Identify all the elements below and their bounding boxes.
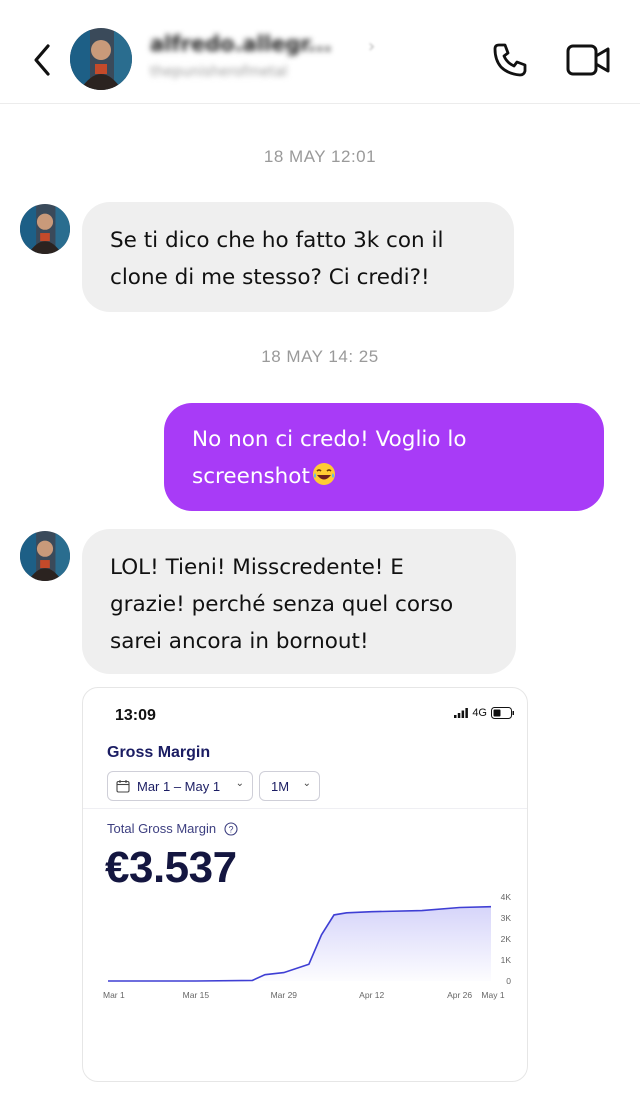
back-chevron-icon[interactable] — [28, 40, 58, 80]
y-tick-label: 4K — [501, 893, 512, 902]
x-tick-label: Apr 26 — [447, 990, 472, 1000]
outgoing-message[interactable]: No non ci credo! Voglio lo screenshot — [164, 403, 604, 511]
incoming-message[interactable]: LOL! Tieni! Misscredente! E grazie! perc… — [82, 529, 516, 674]
svg-text:?: ? — [229, 824, 234, 834]
date-range-value: Mar 1 – May 1 — [137, 778, 221, 794]
status-time: 13:09 — [115, 707, 156, 724]
calendar-icon — [116, 780, 130, 793]
timestamp: 18 MAY 14: 25 — [261, 347, 379, 366]
message-line: grazie! perché senza quel corso — [110, 592, 454, 617]
x-tick-label: Mar 15 — [183, 990, 210, 1000]
laughing-tears-emoji-icon — [312, 463, 335, 485]
shared-screenshot[interactable]: 13:09 4G Gross Margin Mar 1 – May 1 ⌄ 1M… — [82, 687, 528, 1082]
battery-icon — [491, 707, 514, 719]
x-tick-label: May 1 — [481, 990, 504, 1000]
page-title: Gross Margin — [107, 744, 211, 761]
gross-margin-chart: 4K 3K 2K 1K 0 Mar 1 Mar 15 Mar 29 Apr 12 Apr 26 Ma… — [103, 893, 512, 1000]
video-camera-icon[interactable] — [564, 40, 612, 80]
chart-area — [108, 906, 491, 981]
x-tick-label: Apr 12 — [359, 990, 384, 1000]
message-line: Se ti dico che ho fatto 3k con il — [110, 228, 444, 253]
chat-header: alfredo.allegr... › thepunisherofmetal — [0, 0, 640, 104]
chevron-down-icon: ⌄ — [235, 778, 244, 789]
x-tick-label: Mar 29 — [271, 990, 298, 1000]
contact-handle: thepunisherofmetal — [150, 64, 288, 80]
message-line: LOL! Tieni! Misscredente! E — [110, 555, 404, 580]
timestamp: 18 MAY 12:01 — [263, 147, 377, 166]
date-range-dropdown[interactable]: Mar 1 – May 1 ⌄ — [107, 771, 253, 801]
sender-avatar[interactable] — [20, 204, 70, 254]
contact-avatar[interactable] — [70, 28, 132, 90]
incoming-message[interactable]: Se ti dico che ho fatto 3k con il clone … — [82, 202, 514, 312]
metric-value: €3.537 — [105, 843, 237, 892]
signal-bars-icon — [454, 708, 469, 718]
period-value: 1M — [271, 778, 290, 794]
status-bar: 4G — [454, 707, 515, 719]
contact-name[interactable]: alfredo.allegr... — [150, 32, 332, 56]
y-tick-label: 1K — [501, 955, 512, 965]
y-tick-label: 3K — [501, 913, 512, 923]
period-dropdown[interactable]: 1M ⌄ — [259, 771, 320, 801]
message-line: sarei ancora in bornout! — [110, 629, 369, 654]
divider — [83, 808, 527, 809]
x-tick-label: Mar 1 — [103, 990, 125, 1000]
chevron-down-icon: ⌄ — [302, 778, 311, 789]
help-icon[interactable]: ? — [224, 821, 238, 836]
message-line: screenshot — [192, 458, 576, 495]
phone-icon[interactable] — [490, 40, 530, 80]
metric-label-row: Total Gross Margin ? — [107, 821, 238, 836]
y-tick-label: 2K — [501, 934, 512, 944]
message-line: clone di me stesso? Ci credi?! — [110, 265, 430, 290]
message-line: No non ci credo! Voglio lo — [192, 427, 467, 452]
y-tick-label: 0 — [506, 976, 511, 986]
sender-avatar[interactable] — [20, 531, 70, 581]
metric-label: Total Gross Margin — [107, 821, 217, 836]
network-label: 4G — [472, 707, 487, 719]
profile-chevron-icon[interactable]: › — [368, 36, 375, 57]
message-text: screenshot — [192, 464, 310, 489]
